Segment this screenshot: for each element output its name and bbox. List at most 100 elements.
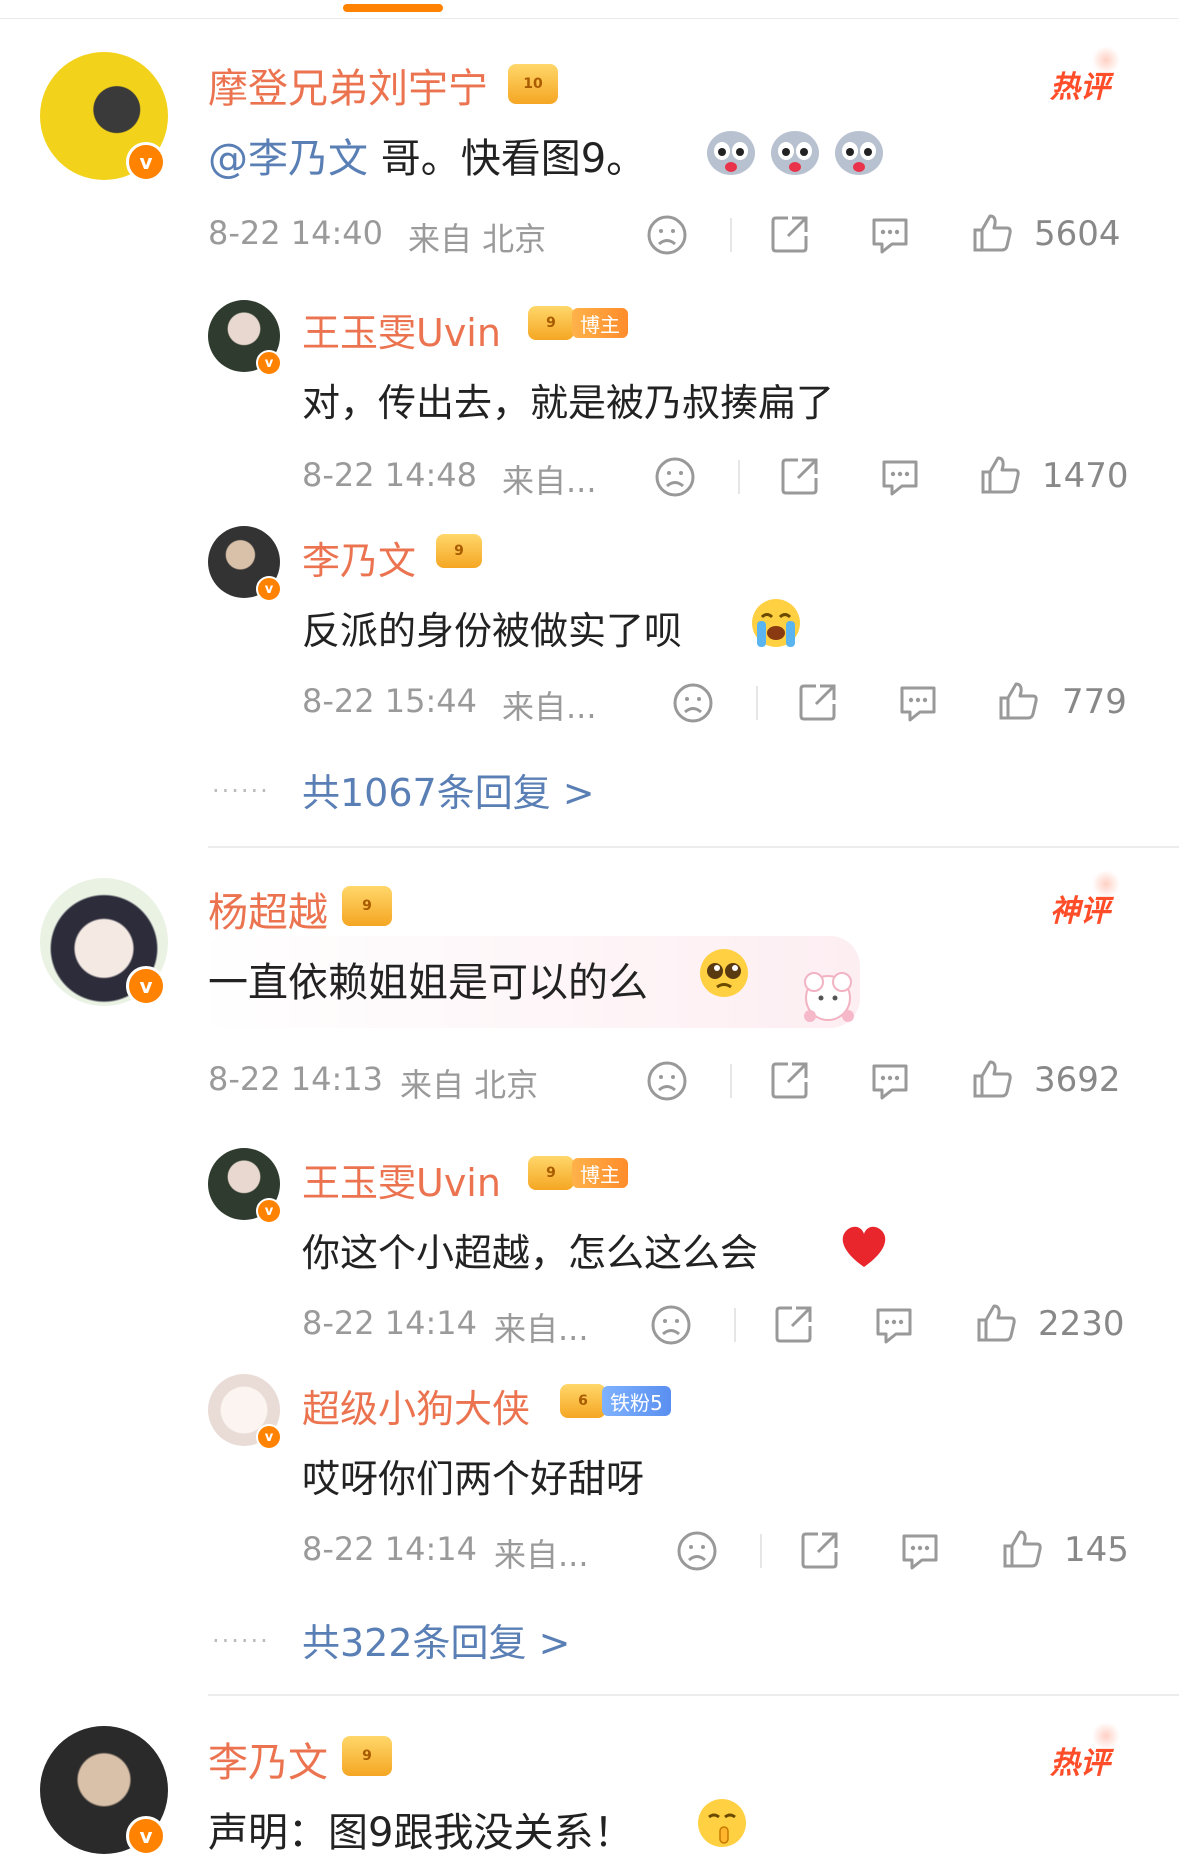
- fan-level-tag: 铁粉5: [602, 1386, 671, 1416]
- frown-icon[interactable]: [654, 456, 696, 502]
- reply-text: 反派的身份被做实了呗: [302, 609, 683, 653]
- author-name[interactable]: 杨超越: [208, 880, 328, 938]
- dog-emoji: [832, 128, 886, 178]
- hot-comment-badge: 热评: [1050, 1722, 1120, 1782]
- dots: ......: [212, 770, 270, 798]
- like-icon[interactable]: [974, 1300, 1018, 1348]
- author-name[interactable]: 超级小狗大侠: [302, 1378, 530, 1433]
- author-name[interactable]: 李乃文: [208, 1730, 328, 1788]
- like-icon[interactable]: [970, 210, 1014, 258]
- verified-icon: v: [126, 1816, 166, 1856]
- comment-icon[interactable]: [868, 1060, 912, 1108]
- blogger-tag: 博主: [572, 308, 628, 338]
- crown-icon: 9: [342, 886, 392, 926]
- timestamp: 8-22 14:48: [302, 456, 478, 494]
- hot-comment-badge: 热评: [1050, 46, 1120, 106]
- comment-text: 一直依赖姐姐是可以的么: [208, 960, 648, 1006]
- like-count: 2230: [1038, 1304, 1125, 1344]
- frown-icon[interactable]: [672, 682, 714, 728]
- like-count: 3692: [1034, 1060, 1121, 1100]
- reply-text: 对，传出去，就是被乃叔揍扁了: [302, 381, 835, 425]
- share-icon[interactable]: [768, 212, 812, 260]
- share-icon[interactable]: [798, 1528, 842, 1576]
- crown-icon: 9: [528, 306, 574, 340]
- verified-icon: v: [256, 1424, 282, 1450]
- view-replies-link[interactable]: 共322条回复 >: [302, 1612, 570, 1667]
- divider: [208, 1694, 1179, 1696]
- share-icon[interactable]: [796, 680, 840, 728]
- active-tab-indicator: [343, 4, 443, 12]
- frown-icon[interactable]: [650, 1304, 692, 1350]
- reply-text: 你这个小超越，怎么这么会: [302, 1231, 759, 1275]
- location: 来自 北京: [400, 1066, 539, 1104]
- pleading-emoji: [696, 946, 752, 1000]
- crown-icon: 9: [342, 1736, 392, 1776]
- author-name[interactable]: 王玉雯Uvin: [302, 302, 501, 357]
- dog-emoji: [704, 128, 758, 178]
- hot-badge-label: 神评: [1050, 894, 1110, 929]
- location: 来自 北京: [408, 220, 547, 258]
- location: 来自...: [494, 1310, 589, 1348]
- like-icon[interactable]: [978, 452, 1022, 500]
- crying-emoji: [746, 596, 806, 650]
- comment-body: 哥。快看图9。: [368, 136, 647, 182]
- timestamp: 8-22 14:13: [208, 1060, 384, 1098]
- hot-badge-label: 热评: [1050, 70, 1110, 105]
- shush-emoji: [694, 1796, 750, 1850]
- comment-icon[interactable]: [872, 1304, 916, 1352]
- hot-comment-badge: 神评: [1050, 870, 1120, 930]
- like-count: 779: [1062, 682, 1127, 722]
- location: 来自...: [502, 688, 597, 726]
- share-icon[interactable]: [772, 1302, 816, 1350]
- verified-icon: v: [256, 350, 282, 376]
- divider: [208, 846, 1179, 848]
- timestamp: 8-22 15:44: [302, 682, 478, 720]
- blogger-tag: 博主: [572, 1158, 628, 1188]
- verified-icon: v: [256, 576, 282, 602]
- comment-icon[interactable]: [896, 682, 940, 730]
- comment-text: @李乃文 哥。快看图9。: [208, 126, 646, 184]
- separator: [730, 1064, 732, 1098]
- comment-text: 声明：图9跟我没关系！: [208, 1810, 634, 1856]
- like-icon[interactable]: [970, 1056, 1014, 1104]
- frown-icon[interactable]: [646, 1060, 688, 1106]
- separator: [760, 1534, 762, 1568]
- separator: [730, 218, 732, 252]
- crown-icon: 10: [508, 64, 558, 104]
- frown-icon[interactable]: [646, 214, 688, 260]
- verified-icon: v: [126, 142, 166, 182]
- comment-icon[interactable]: [898, 1530, 942, 1578]
- location: 来自...: [494, 1536, 589, 1574]
- hot-badge-label: 热评: [1050, 1746, 1110, 1781]
- timestamp: 8-22 14:40: [208, 214, 384, 252]
- crown-icon: 9: [528, 1156, 574, 1190]
- like-count: 5604: [1034, 214, 1121, 254]
- timestamp: 8-22 14:14: [302, 1304, 478, 1342]
- share-icon[interactable]: [778, 454, 822, 502]
- like-icon[interactable]: [1000, 1526, 1044, 1574]
- heart-emoji: [836, 1222, 892, 1272]
- verified-icon: v: [256, 1198, 282, 1224]
- like-count: 1470: [1042, 456, 1129, 496]
- view-replies-link[interactable]: 共1067条回复 >: [302, 762, 595, 817]
- location: 来自...: [502, 462, 597, 500]
- tab-bar: [0, 0, 1179, 19]
- crown-icon: 9: [436, 534, 482, 568]
- author-name[interactable]: 李乃文: [302, 530, 416, 585]
- dog-emoji: [768, 128, 822, 178]
- timestamp: 8-22 14:14: [302, 1530, 478, 1568]
- author-name[interactable]: 王玉雯Uvin: [302, 1152, 501, 1207]
- verified-icon: v: [126, 966, 166, 1006]
- comment-icon[interactable]: [878, 456, 922, 504]
- sheep-sticker: [796, 964, 862, 1032]
- dots: ......: [212, 1620, 270, 1648]
- mention-link[interactable]: @李乃文: [208, 136, 368, 182]
- author-name[interactable]: 摩登兄弟刘宇宁: [208, 56, 488, 114]
- share-icon[interactable]: [768, 1058, 812, 1106]
- crown-icon: 6: [560, 1384, 606, 1418]
- separator: [738, 460, 740, 494]
- comment-icon[interactable]: [868, 214, 912, 262]
- frown-icon[interactable]: [676, 1530, 718, 1576]
- like-icon[interactable]: [996, 678, 1040, 726]
- separator: [734, 1308, 736, 1342]
